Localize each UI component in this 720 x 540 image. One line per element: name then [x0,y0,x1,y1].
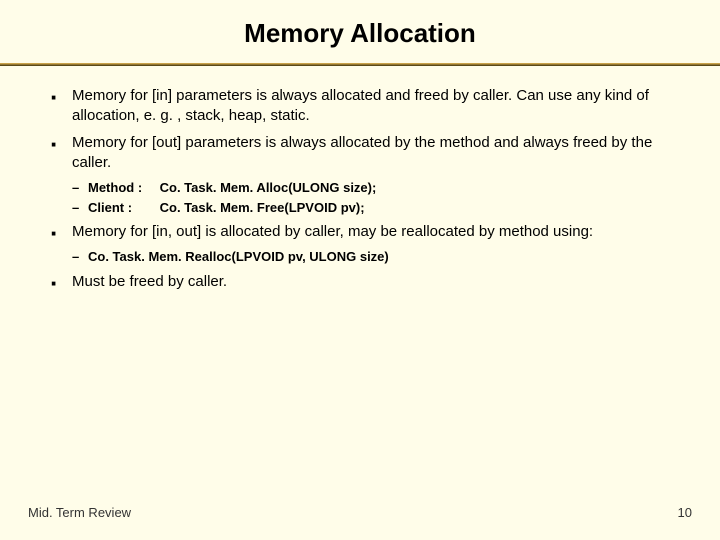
slide-footer: Mid. Term Review 10 [28,505,692,520]
bullet-2: Memory for [out] parameters is always al… [38,133,682,174]
main-bullet-list: Memory for [in] parameters is always all… [38,86,682,173]
sub-bullet-realloc: Co. Task. Mem. Realloc(LPVOID pv, ULONG … [72,248,682,266]
footer-page-number: 10 [678,505,692,520]
sub-sig-method: Co. Task. Mem. Alloc(ULONG size); [160,180,377,195]
main-bullet-list-2: Memory for [in, out] is allocated by cal… [38,222,682,242]
sub-bullet-method: Method : Co. Task. Mem. Alloc(ULONG size… [72,179,682,197]
sub-label-method: Method : [88,179,156,197]
main-bullet-list-3: Must be freed by caller. [38,272,682,292]
bullet-4: Must be freed by caller. [38,272,682,292]
sub-sig-client: Co. Task. Mem. Free(LPVOID pv); [160,200,365,215]
sub-label-client: Client : [88,199,156,217]
sub-bullet-list-1: Method : Co. Task. Mem. Alloc(ULONG size… [72,179,682,216]
slide-body: Memory for [in] parameters is always all… [28,86,692,292]
bullet-3: Memory for [in, out] is allocated by cal… [38,222,682,242]
footer-left: Mid. Term Review [28,505,131,520]
sub-bullet-client: Client : Co. Task. Mem. Free(LPVOID pv); [72,199,682,217]
sub-bullet-list-2: Co. Task. Mem. Realloc(LPVOID pv, ULONG … [72,248,682,266]
slide-title: Memory Allocation [28,18,692,49]
divider-line [0,63,720,66]
bullet-1: Memory for [in] parameters is always all… [38,86,682,127]
